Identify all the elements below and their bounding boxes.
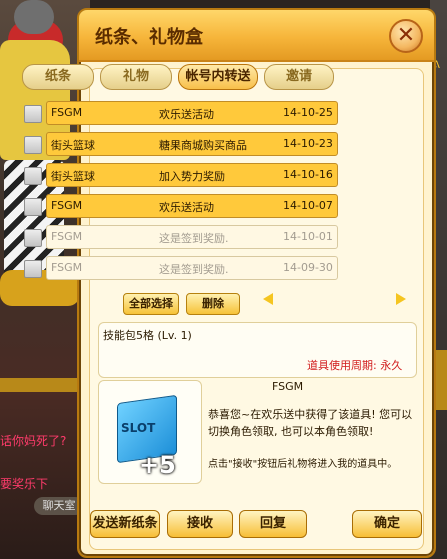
- row-content[interactable]: FSGM 这是签到奖励. 14-09-30: [46, 256, 338, 280]
- item-icon-label: SLOT: [121, 421, 156, 435]
- gift-note: 点击"接收"按钮后礼物将进入我的道具中。: [208, 459, 398, 470]
- delete-button[interactable]: 删除: [186, 293, 240, 315]
- select-all-button[interactable]: 全部选择: [123, 293, 179, 315]
- row-sender: FSGM: [51, 199, 83, 212]
- item-icon-badge: +5: [139, 451, 176, 479]
- list-item[interactable]: FSGM 欢乐送活动 14-10-07: [20, 194, 338, 218]
- row-subject: 这是签到奖励.: [159, 263, 229, 276]
- list-item[interactable]: FSGM 这是签到奖励. 14-09-30: [20, 256, 338, 280]
- prev-page-arrow-icon[interactable]: [263, 293, 273, 305]
- row-date: 14-10-07: [283, 199, 333, 212]
- row-subject: 欢乐送活动: [159, 108, 214, 121]
- message-list: FSGM 欢乐送活动 14-10-25 街头篮球 糖果商城购买商品 14-10-…: [20, 101, 338, 287]
- row-sender: FSGM: [51, 106, 83, 119]
- list-item[interactable]: 街头篮球 糖果商城购买商品 14-10-23: [20, 132, 338, 156]
- item-period: 道具使用周期: 永久: [307, 359, 403, 372]
- tab-gifts[interactable]: 礼物: [100, 64, 172, 90]
- send-new-note-button[interactable]: 发送新纸条: [90, 510, 160, 538]
- row-sender: FSGM: [51, 230, 83, 243]
- window-title: 纸条、礼物盒: [95, 27, 203, 48]
- list-item[interactable]: FSGM 欢乐送活动 14-10-25: [20, 101, 338, 125]
- row-sender: FSGM: [51, 261, 83, 274]
- row-content[interactable]: 街头篮球 糖果商城购买商品 14-10-23: [46, 132, 338, 156]
- row-sender: 街头篮球: [51, 139, 95, 152]
- tab-invite[interactable]: 邀请: [264, 64, 334, 90]
- row-checkbox[interactable]: [24, 198, 42, 216]
- window-titlebar: 纸条、礼物盒 ✕: [79, 10, 434, 62]
- row-content[interactable]: FSGM 欢乐送活动 14-10-25: [46, 101, 338, 125]
- row-subject: 这是签到奖励.: [159, 232, 229, 245]
- row-date: 14-10-25: [283, 106, 333, 119]
- confirm-button[interactable]: 确定: [352, 510, 422, 538]
- list-item[interactable]: FSGM 这是签到奖励. 14-10-01: [20, 225, 338, 249]
- row-date: 14-10-16: [283, 168, 333, 181]
- gift-detail: SLOT +5 FSGM 恭喜您~在欢乐送中获得了该道具! 您可以切换角色领取,…: [98, 380, 415, 506]
- row-date: 14-09-30: [283, 261, 333, 274]
- item-name: 技能包5格 (Lv. 1): [103, 329, 192, 342]
- item-info-box: 技能包5格 (Lv. 1) 道具使用周期: 永久: [98, 322, 417, 378]
- row-content[interactable]: FSGM 这是签到奖励. 14-10-01: [46, 225, 338, 249]
- receive-button[interactable]: 接收: [167, 510, 233, 538]
- row-checkbox[interactable]: [24, 229, 42, 247]
- row-subject: 糖果商城购买商品: [159, 139, 247, 152]
- row-date: 14-10-01: [283, 230, 333, 243]
- reply-button[interactable]: 回复: [239, 510, 307, 538]
- character-head: [14, 0, 54, 34]
- close-icon[interactable]: ✕: [389, 19, 423, 53]
- row-checkbox[interactable]: [24, 167, 42, 185]
- tab-bar: 纸条 礼物 帐号内转送 邀请: [22, 64, 337, 90]
- row-subject: 加入势力奖励: [159, 170, 225, 183]
- row-content[interactable]: FSGM 欢乐送活动 14-10-07: [46, 194, 338, 218]
- row-checkbox[interactable]: [24, 136, 42, 154]
- list-item[interactable]: 街头篮球 加入势力奖励 14-10-16: [20, 163, 338, 187]
- gift-sender: FSGM: [272, 380, 304, 393]
- tab-notes[interactable]: 纸条: [22, 64, 94, 90]
- tab-account-transfer[interactable]: 帐号内转送: [178, 64, 258, 90]
- next-page-arrow-icon[interactable]: [396, 293, 406, 305]
- row-subject: 欢乐送活动: [159, 201, 214, 214]
- item-icon-frame: SLOT +5: [98, 380, 202, 484]
- gift-message: 恭喜您~在欢乐送中获得了该道具! 您可以切换角色领取, 也可以本角色领取!: [208, 408, 413, 438]
- row-date: 14-10-23: [283, 137, 333, 150]
- row-checkbox[interactable]: [24, 105, 42, 123]
- row-content[interactable]: 街头篮球 加入势力奖励 14-10-16: [46, 163, 338, 187]
- row-sender: 街头篮球: [51, 170, 95, 183]
- row-checkbox[interactable]: [24, 260, 42, 278]
- chat-line: 要奖乐下: [0, 477, 49, 491]
- chat-line: 话你妈死了?: [0, 434, 67, 448]
